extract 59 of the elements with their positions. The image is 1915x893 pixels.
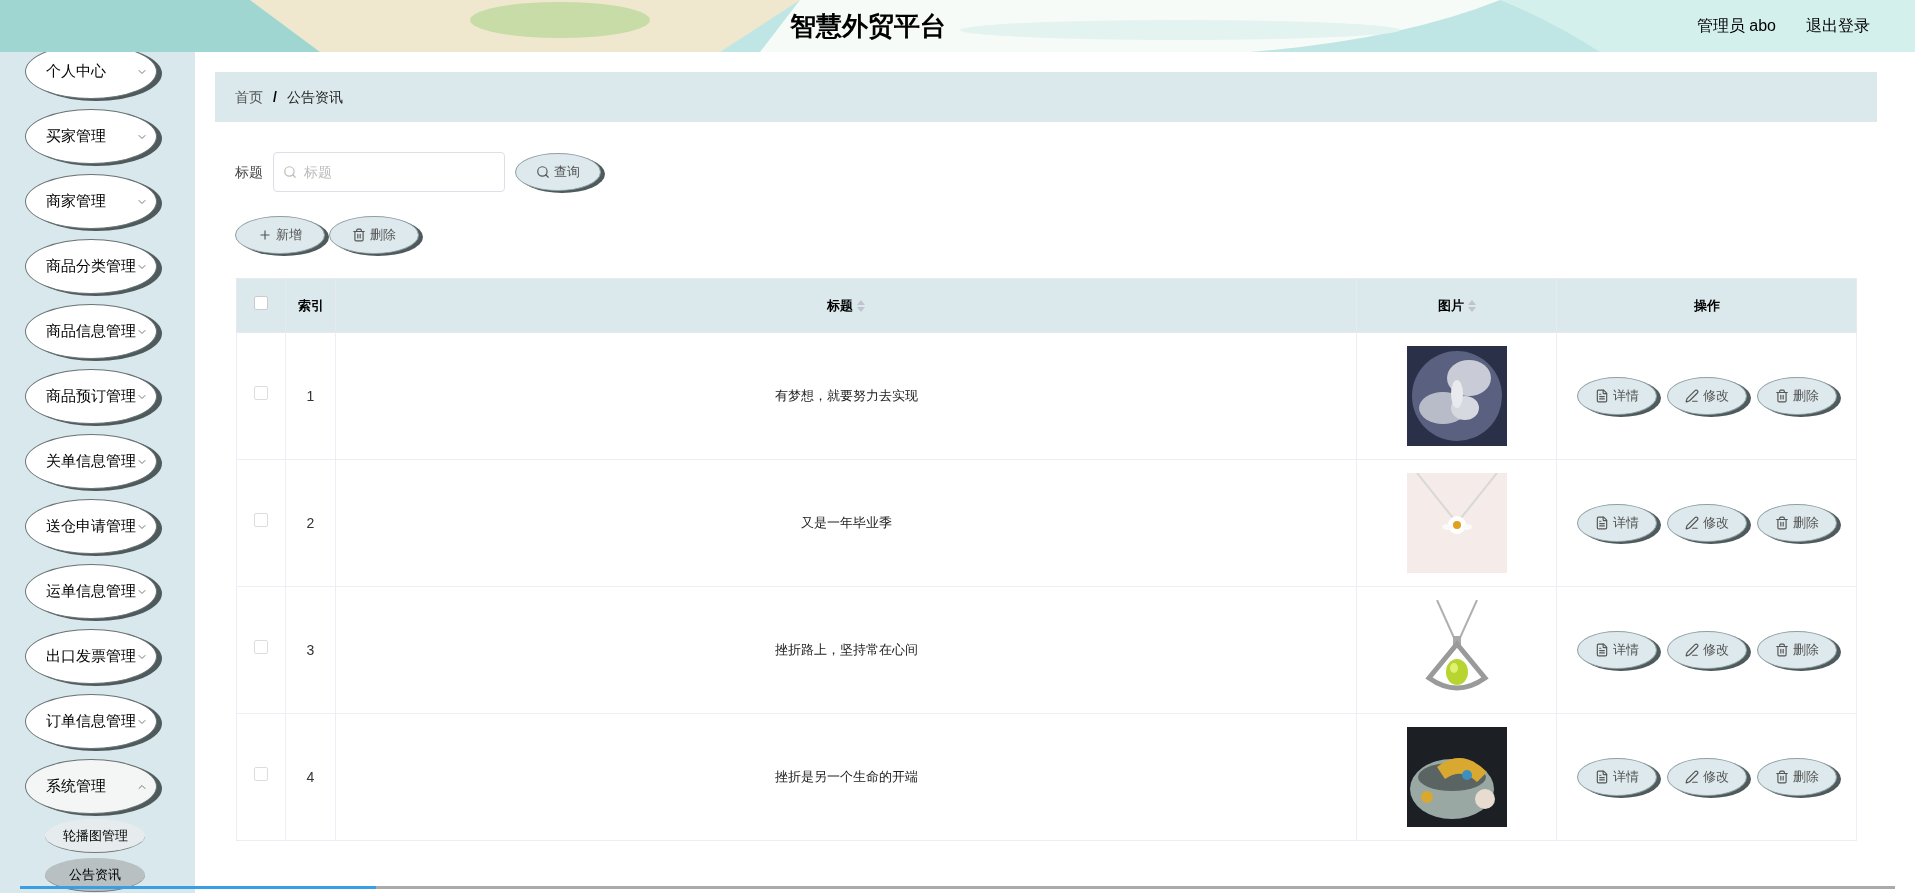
edit-button[interactable]: 修改 bbox=[1666, 504, 1747, 542]
index-cell: 1 bbox=[306, 387, 315, 404]
document-icon bbox=[1594, 770, 1609, 784]
index-cell: 4 bbox=[306, 768, 315, 785]
trash-icon bbox=[1774, 770, 1789, 784]
select-all-checkbox[interactable] bbox=[254, 295, 268, 310]
breadcrumb-item: / bbox=[273, 87, 277, 107]
detail-button[interactable]: 详情 bbox=[1576, 504, 1657, 542]
edit-button[interactable]: 修改 bbox=[1666, 377, 1747, 415]
edit-button[interactable]: 修改 bbox=[1666, 758, 1747, 796]
trash-icon bbox=[1774, 389, 1789, 403]
app-title: 智慧外贸平台 bbox=[790, 9, 947, 43]
column-header[interactable]: 图片 bbox=[1437, 295, 1464, 316]
title-cell: 有梦想，就要努力去实现 bbox=[774, 388, 918, 404]
trash-icon bbox=[352, 228, 366, 242]
trash-icon bbox=[1774, 643, 1789, 657]
add-button[interactable]: 新增 bbox=[235, 216, 325, 254]
delete-button[interactable]: 删除 bbox=[1756, 377, 1837, 415]
title-cell: 挫折是另一个生命的开端 bbox=[774, 769, 918, 785]
video-progress-track[interactable] bbox=[20, 886, 1895, 889]
row-checkbox[interactable] bbox=[254, 386, 268, 401]
sort-icon[interactable] bbox=[1467, 299, 1476, 312]
detail-button[interactable]: 详情 bbox=[1576, 758, 1657, 796]
delete-button[interactable]: 删除 bbox=[329, 216, 419, 254]
column-header[interactable]: 标题 bbox=[827, 295, 853, 316]
search-icon bbox=[536, 165, 550, 179]
document-icon bbox=[1594, 516, 1609, 530]
user-name: 管理员 abo bbox=[1696, 16, 1776, 36]
title-cell: 挫折路上，坚持常在心间 bbox=[774, 642, 918, 658]
edit-button[interactable]: 修改 bbox=[1666, 631, 1747, 669]
search-field[interactable]: 标题 bbox=[273, 152, 505, 192]
row-checkbox[interactable] bbox=[254, 513, 268, 528]
breadcrumb-item[interactable]: 首页 bbox=[235, 86, 263, 108]
pen-icon bbox=[1684, 516, 1699, 530]
document-icon bbox=[1594, 643, 1609, 657]
search-button[interactable]: 查询 bbox=[515, 153, 601, 191]
index-cell: 3 bbox=[306, 641, 315, 658]
pen-icon bbox=[1684, 643, 1699, 657]
delete-button[interactable]: 删除 bbox=[1756, 758, 1837, 796]
row-checkbox[interactable] bbox=[254, 640, 268, 655]
pen-icon bbox=[1684, 389, 1699, 403]
logout-link[interactable]: 退出登录 bbox=[1806, 14, 1870, 38]
delete-button[interactable]: 删除 bbox=[1756, 504, 1837, 542]
index-cell: 2 bbox=[306, 514, 315, 531]
delete-button[interactable]: 删除 bbox=[1756, 631, 1837, 669]
sidebar-subitem[interactable]: 轮播图管理 bbox=[45, 819, 145, 853]
plus-icon bbox=[258, 228, 272, 242]
sort-icon[interactable] bbox=[857, 299, 865, 312]
detail-button[interactable]: 详情 bbox=[1576, 377, 1657, 415]
breadcrumb-item: 公告资讯 bbox=[286, 87, 343, 107]
pen-icon bbox=[1684, 770, 1699, 784]
column-header[interactable]: 操作 bbox=[1693, 295, 1720, 316]
search-icon bbox=[283, 165, 297, 179]
row-checkbox[interactable] bbox=[254, 767, 268, 782]
document-icon bbox=[1594, 389, 1609, 403]
title-cell: 又是一年毕业季 bbox=[800, 515, 892, 531]
trash-icon bbox=[1774, 516, 1789, 530]
detail-button[interactable]: 详情 bbox=[1576, 631, 1657, 669]
search-label: 标题 bbox=[235, 162, 263, 182]
